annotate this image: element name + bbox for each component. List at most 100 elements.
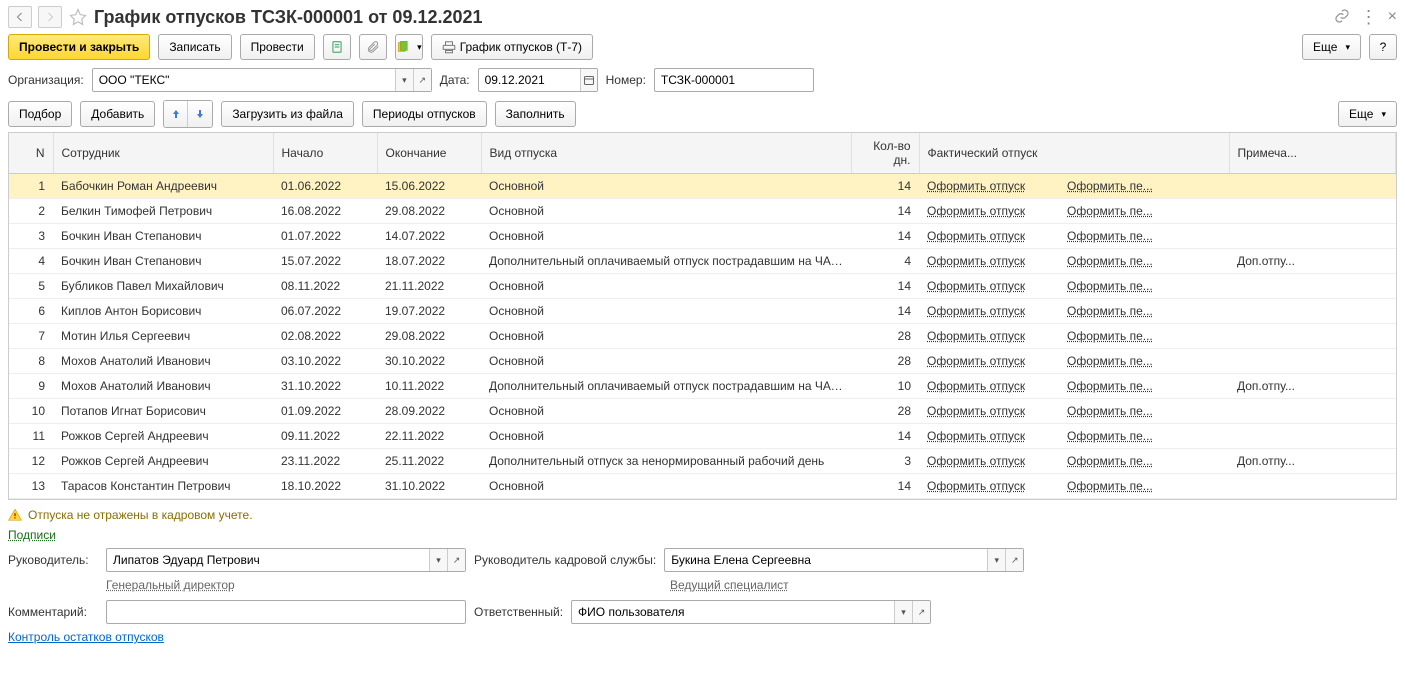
table-row[interactable]: 12Рожков Сергей Андреевич23.11.202225.11… <box>9 449 1396 474</box>
create-vacation-link[interactable]: Оформить отпуск <box>927 229 1025 243</box>
table-row[interactable]: 13Тарасов Константин Петрович18.10.20223… <box>9 474 1396 499</box>
table-row[interactable]: 7Мотин Илья Сергеевич02.08.202229.08.202… <box>9 324 1396 349</box>
create-period-link[interactable]: Оформить пе... <box>1067 404 1153 418</box>
col-start[interactable]: Начало <box>273 133 377 174</box>
hr-dropdown-button[interactable]: ▾ <box>987 549 1005 571</box>
col-end[interactable]: Окончание <box>377 133 481 174</box>
kebab-icon[interactable]: ⋮ <box>1360 10 1378 24</box>
hr-input[interactable] <box>665 549 987 571</box>
create-vacation-link[interactable]: Оформить отпуск <box>927 379 1025 393</box>
cell-start: 03.10.2022 <box>273 349 377 374</box>
create-period-link[interactable]: Оформить пе... <box>1067 479 1153 493</box>
table-row[interactable]: 3Бочкин Иван Степанович01.07.202214.07.2… <box>9 224 1396 249</box>
org-label: Организация: <box>8 73 84 87</box>
org-open-button[interactable]: ↗ <box>413 69 431 91</box>
resp-dropdown-button[interactable]: ▾ <box>894 601 912 623</box>
table-row[interactable]: 10Потапов Игнат Борисович01.09.202228.09… <box>9 399 1396 424</box>
cell-fact-period: Оформить пе... <box>1059 199 1229 224</box>
create-period-link[interactable]: Оформить пе... <box>1067 254 1153 268</box>
comment-input[interactable] <box>107 601 465 623</box>
resp-input[interactable] <box>572 601 894 623</box>
select-employees-button[interactable]: Подбор <box>8 101 72 127</box>
signatures-link[interactable]: Подписи <box>8 528 56 542</box>
create-vacation-link[interactable]: Оформить отпуск <box>927 354 1025 368</box>
create-period-link[interactable]: Оформить пе... <box>1067 204 1153 218</box>
date-picker-button[interactable] <box>580 69 597 91</box>
save-button[interactable]: Записать <box>158 34 231 60</box>
report-icon-button[interactable] <box>323 34 351 60</box>
number-input[interactable] <box>655 69 813 91</box>
create-period-link[interactable]: Оформить пе... <box>1067 279 1153 293</box>
create-vacation-link[interactable]: Оформить отпуск <box>927 179 1025 193</box>
create-period-link[interactable]: Оформить пе... <box>1067 329 1153 343</box>
head-open-button[interactable]: ↗ <box>447 549 465 571</box>
table-row[interactable]: 5Бубликов Павел Михайлович08.11.202221.1… <box>9 274 1396 299</box>
load-from-file-button[interactable]: Загрузить из файла <box>221 101 354 127</box>
add-row-button[interactable]: Добавить <box>80 101 155 127</box>
link-icon[interactable] <box>1334 8 1350 27</box>
head-position-link[interactable]: Генеральный директор <box>106 578 235 592</box>
date-input[interactable] <box>479 69 580 91</box>
nav-forward-button[interactable] <box>38 6 62 28</box>
create-vacation-link[interactable]: Оформить отпуск <box>927 429 1025 443</box>
create-vacation-link[interactable]: Оформить отпуск <box>927 329 1025 343</box>
print-button[interactable]: График отпусков (Т-7) <box>431 34 593 60</box>
create-vacation-link[interactable]: Оформить отпуск <box>927 454 1025 468</box>
create-vacation-link[interactable]: Оформить отпуск <box>927 479 1025 493</box>
org-dropdown-button[interactable]: ▾ <box>395 69 413 91</box>
attach-icon-button[interactable] <box>359 34 387 60</box>
warning-icon <box>8 508 22 522</box>
create-period-link[interactable]: Оформить пе... <box>1067 354 1153 368</box>
move-down-button[interactable] <box>188 101 212 127</box>
org-input[interactable] <box>93 69 395 91</box>
more-button[interactable]: Еще <box>1302 34 1361 60</box>
head-dropdown-button[interactable]: ▾ <box>429 549 447 571</box>
head-input[interactable] <box>107 549 429 571</box>
create-vacation-link[interactable]: Оформить отпуск <box>927 254 1025 268</box>
fill-button[interactable]: Заполнить <box>495 101 576 127</box>
move-up-button[interactable] <box>164 101 188 127</box>
table-row[interactable]: 9Мохов Анатолий Иванович31.10.202210.11.… <box>9 374 1396 399</box>
create-period-link[interactable]: Оформить пе... <box>1067 454 1153 468</box>
col-days[interactable]: Кол-во дн. <box>851 133 919 174</box>
table-more-button[interactable]: Еще <box>1338 101 1397 127</box>
create-vacation-link[interactable]: Оформить отпуск <box>927 279 1025 293</box>
resp-open-button[interactable]: ↗ <box>912 601 930 623</box>
create-period-link[interactable]: Оформить пе... <box>1067 229 1153 243</box>
create-vacation-link[interactable]: Оформить отпуск <box>927 404 1025 418</box>
cell-days: 28 <box>851 399 919 424</box>
hr-open-button[interactable]: ↗ <box>1005 549 1023 571</box>
cell-start: 01.09.2022 <box>273 399 377 424</box>
template-icon-button[interactable] <box>395 34 423 60</box>
col-n[interactable]: N <box>9 133 53 174</box>
control-link[interactable]: Контроль остатков отпусков <box>8 630 164 644</box>
table-row[interactable]: 11Рожков Сергей Андреевич09.11.202222.11… <box>9 424 1396 449</box>
nav-back-button[interactable] <box>8 6 32 28</box>
col-note[interactable]: Примеча... <box>1229 133 1396 174</box>
post-button[interactable]: Провести <box>240 34 315 60</box>
create-period-link[interactable]: Оформить пе... <box>1067 179 1153 193</box>
post-and-close-button[interactable]: Провести и закрыть <box>8 34 150 60</box>
col-type[interactable]: Вид отпуска <box>481 133 851 174</box>
table-row[interactable]: 6Киплов Антон Борисович06.07.202219.07.2… <box>9 299 1396 324</box>
create-vacation-link[interactable]: Оформить отпуск <box>927 204 1025 218</box>
col-fact[interactable]: Фактический отпуск <box>919 133 1059 174</box>
create-period-link[interactable]: Оформить пе... <box>1067 304 1153 318</box>
vacation-table[interactable]: N Сотрудник Начало Окончание Вид отпуска… <box>8 132 1397 500</box>
col-fact-2[interactable] <box>1059 133 1229 174</box>
table-row[interactable]: 8Мохов Анатолий Иванович03.10.202230.10.… <box>9 349 1396 374</box>
table-row[interactable]: 2Белкин Тимофей Петрович16.08.202229.08.… <box>9 199 1396 224</box>
close-icon[interactable]: × <box>1388 8 1397 26</box>
table-row[interactable]: 4Бочкин Иван Степанович15.07.202218.07.2… <box>9 249 1396 274</box>
create-period-link[interactable]: Оформить пе... <box>1067 379 1153 393</box>
col-employee[interactable]: Сотрудник <box>53 133 273 174</box>
favorite-icon[interactable] <box>68 7 88 27</box>
table-row[interactable]: 1Бабочкин Роман Андреевич01.06.202215.06… <box>9 174 1396 199</box>
cell-start: 15.07.2022 <box>273 249 377 274</box>
hr-position-link[interactable]: Ведущий специалист <box>670 578 789 592</box>
create-period-link[interactable]: Оформить пе... <box>1067 429 1153 443</box>
create-vacation-link[interactable]: Оформить отпуск <box>927 304 1025 318</box>
help-button[interactable]: ? <box>1369 34 1397 60</box>
vacation-periods-button[interactable]: Периоды отпусков <box>362 101 487 127</box>
cell-start: 18.10.2022 <box>273 474 377 499</box>
